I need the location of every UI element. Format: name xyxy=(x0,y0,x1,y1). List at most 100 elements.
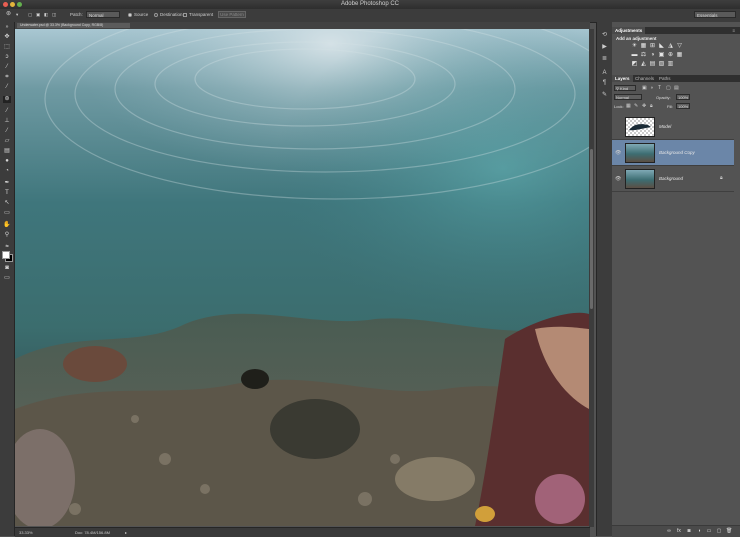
document-tab[interactable]: Underwater.psd @ 33.3% (Background Copy,… xyxy=(17,23,130,28)
marquee-tool-icon[interactable]: ⬚ xyxy=(3,44,11,51)
invert-icon[interactable]: ◩ xyxy=(631,61,638,68)
panel-menu-icon[interactable]: ≡ xyxy=(729,27,738,34)
transparent-checkbox[interactable]: Transparent xyxy=(183,12,213,18)
history-icon[interactable]: ⟲ xyxy=(601,32,608,39)
tool-preset-chevron-icon[interactable]: ▾ xyxy=(16,12,18,18)
delete-layer-icon[interactable]: 🗑︎ xyxy=(726,528,732,534)
brightness-icon[interactable]: ☀ xyxy=(631,43,638,50)
tools-collapse-icon[interactable]: » xyxy=(3,24,11,31)
character-icon[interactable]: A xyxy=(601,70,608,77)
hand-tool-icon[interactable]: ✋ xyxy=(3,222,11,229)
exposure-icon[interactable]: ◣ xyxy=(658,43,665,50)
scrollbar-thumb[interactable] xyxy=(590,149,593,309)
filter-pixel-icon[interactable]: ▣ xyxy=(642,85,647,91)
patch-mode-select[interactable]: Normal xyxy=(86,11,120,18)
link-layers-icon[interactable]: ∞ xyxy=(666,528,672,534)
status-menu-arrow-icon[interactable]: ▸ xyxy=(125,530,127,535)
tab-channels[interactable]: Channels xyxy=(632,75,657,82)
lock-transparent-icon[interactable]: ▦ xyxy=(626,103,631,109)
visibility-toggle-icon[interactable] xyxy=(615,124,621,130)
vibrance-icon[interactable]: ◮ xyxy=(667,43,674,50)
clone-stamp-tool-icon[interactable]: ⊥ xyxy=(3,118,11,125)
gradient-map-icon[interactable]: ▧ xyxy=(658,61,665,68)
new-selection-icon[interactable]: ▢ xyxy=(28,12,32,18)
new-adjustment-layer-icon[interactable]: ◑ xyxy=(696,528,702,534)
properties-icon[interactable]: ≣ xyxy=(601,56,608,63)
layer-kind-filter[interactable]: ⚲ Kind xyxy=(614,85,636,91)
zoom-level[interactable]: 33.33% xyxy=(19,530,33,535)
lock-pixels-icon[interactable]: ✎ xyxy=(634,103,638,109)
color-balance-icon[interactable]: ⚖ xyxy=(640,52,647,59)
actions-icon[interactable]: ▶ xyxy=(601,44,608,51)
path-selection-tool-icon[interactable]: ↖ xyxy=(3,200,11,207)
brushes-icon[interactable]: ✎ xyxy=(601,92,608,99)
photo-filter-icon[interactable]: ▣ xyxy=(658,52,665,59)
patch-tool-active-icon[interactable]: ⊛ xyxy=(3,96,11,103)
opacity-input[interactable]: 100% xyxy=(676,94,690,100)
pen-tool-icon[interactable]: ✒ xyxy=(3,180,11,187)
history-brush-tool-icon[interactable]: ⁄ xyxy=(3,128,11,135)
threshold-icon[interactable]: ▤ xyxy=(649,61,656,68)
layer-style-icon[interactable]: fx xyxy=(676,528,682,534)
tab-adjustments[interactable]: Adjustments xyxy=(612,27,646,34)
layer-background[interactable]: 👁︎ Background 🔒︎ xyxy=(612,166,734,192)
add-mask-icon[interactable]: ◙ xyxy=(686,528,692,534)
eyedropper-tool-icon[interactable]: ⁄ xyxy=(3,84,11,91)
color-lookup-icon[interactable]: ▦ xyxy=(676,52,683,59)
canvas-vertical-scrollbar[interactable] xyxy=(589,29,594,527)
adjustment-row-2: ▬ ⚖ ◑ ▣ ⊕ ▦ xyxy=(630,51,720,60)
type-tool-icon[interactable]: T xyxy=(3,190,11,197)
destination-radio[interactable]: Destination xyxy=(154,12,183,18)
subtract-selection-icon[interactable]: ◧ xyxy=(44,12,48,18)
layer-background-copy[interactable]: 👁︎ Background Copy xyxy=(612,140,734,166)
tab-layers[interactable]: Layers xyxy=(612,75,633,82)
filter-shape-icon[interactable]: ▢ xyxy=(666,85,671,91)
curves-icon[interactable]: ⊞ xyxy=(649,43,656,50)
eye-icon[interactable]: 👁︎ xyxy=(615,150,621,156)
channel-mixer-icon[interactable]: ⊕ xyxy=(667,52,674,59)
eye-icon[interactable]: 👁︎ xyxy=(615,176,621,182)
intersect-selection-icon[interactable]: ◫ xyxy=(52,12,56,18)
filter-adjustment-icon[interactable]: ◑ xyxy=(650,85,653,91)
lasso-tool-icon[interactable]: ↄ xyxy=(3,54,11,61)
selective-color-icon[interactable]: ▥ xyxy=(667,61,674,68)
patch-tool-icon[interactable]: ⊛ xyxy=(6,11,11,17)
fill-input[interactable]: 100% xyxy=(676,103,690,109)
add-selection-icon[interactable]: ▣ xyxy=(36,12,40,18)
crop-tool-icon[interactable]: ⌗ xyxy=(3,74,11,81)
document-canvas[interactable] xyxy=(15,29,589,526)
blend-mode-select[interactable]: Normal xyxy=(614,94,642,100)
lock-position-icon[interactable]: ✥ xyxy=(642,103,646,109)
filter-type-icon[interactable]: T xyxy=(658,85,661,91)
new-layer-icon[interactable]: ▢ xyxy=(716,528,722,534)
layer-model[interactable]: Model xyxy=(612,114,734,140)
hue-saturation-icon[interactable]: ▬ xyxy=(631,52,638,59)
foreground-color-swatch[interactable] xyxy=(2,251,10,259)
brush-tool-icon[interactable]: ⁄ xyxy=(3,108,11,115)
gradient-tool-icon[interactable]: ▤ xyxy=(3,148,11,155)
swap-colors-icon[interactable]: ⇆ xyxy=(3,242,11,249)
tab-paths[interactable]: Paths xyxy=(656,75,674,82)
eraser-tool-icon[interactable]: ▱ xyxy=(3,138,11,145)
posterize-icon[interactable]: ◭ xyxy=(640,61,647,68)
zoom-tool-icon[interactable]: ⚲ xyxy=(3,232,11,239)
transparent-label: Transparent xyxy=(189,12,214,17)
black-white-icon[interactable]: ◑ xyxy=(649,52,656,59)
filter-smart-object-icon[interactable]: ▤ xyxy=(674,85,679,91)
quick-mask-icon[interactable]: ◙ xyxy=(3,265,11,272)
triangle-icon[interactable]: ▽ xyxy=(676,43,683,50)
dodge-tool-icon[interactable]: ◔ xyxy=(3,168,11,175)
paragraph-icon[interactable]: ¶ xyxy=(601,80,608,87)
shape-tool-icon[interactable]: ▭ xyxy=(3,210,11,217)
workspace-select[interactable]: Essentials xyxy=(694,11,736,18)
move-tool-icon[interactable]: ✥ xyxy=(3,34,11,41)
screen-mode-icon[interactable]: ▭ xyxy=(3,275,11,282)
use-pattern-button[interactable]: Use Pattern xyxy=(218,11,246,18)
adjustment-row-3: ◩ ◭ ▤ ▧ ▥ xyxy=(630,60,720,69)
quick-selection-tool-icon[interactable]: ⁄ xyxy=(3,64,11,71)
levels-icon[interactable]: ▦ xyxy=(640,43,647,50)
source-radio[interactable]: Source xyxy=(128,12,148,18)
lock-all-icon[interactable]: 🔒︎ xyxy=(650,103,653,109)
blur-tool-icon[interactable]: ● xyxy=(3,158,11,165)
new-group-icon[interactable]: ▭ xyxy=(706,528,712,534)
